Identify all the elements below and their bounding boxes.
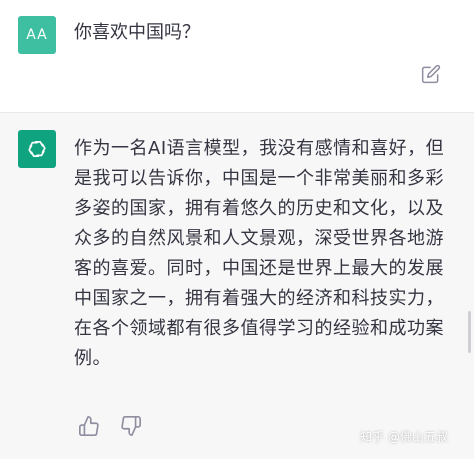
scrollbar[interactable] <box>468 311 471 353</box>
openai-logo-icon <box>28 141 46 157</box>
thumbs-up-icon[interactable] <box>78 415 100 437</box>
thumbs-down-icon[interactable] <box>120 415 142 437</box>
user-message-text: 你喜欢中国吗？ <box>74 22 200 43</box>
user-avatar-initials: AA <box>26 27 48 43</box>
user-avatar: AA <box>18 16 56 54</box>
user-message-row: AA 你喜欢中国吗？ <box>0 0 474 112</box>
assistant-message-text: 作为一名AI语言模型，我没有感情和喜好，但是我可以告诉你，中国是一个非常美丽和多… <box>74 138 445 369</box>
watermark: 知乎 @佛山五叔 <box>360 430 448 444</box>
assistant-avatar <box>18 130 56 168</box>
edit-icon[interactable] <box>421 64 441 84</box>
assistant-message-row: 作为一名AI语言模型，我没有感情和喜好，但是我可以告诉你，中国是一个非常美丽和多… <box>0 113 474 459</box>
